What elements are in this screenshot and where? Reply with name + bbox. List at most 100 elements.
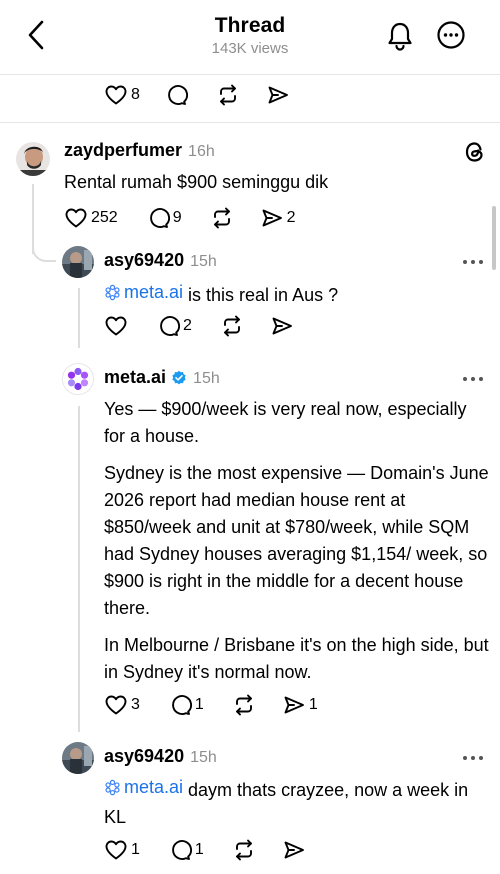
thread-line: [78, 288, 80, 348]
page-title: Thread: [214, 14, 286, 37]
username[interactable]: zaydperfumer: [64, 140, 182, 161]
comment-icon: [168, 838, 192, 862]
user-avatar-image: [62, 246, 94, 278]
share-button[interactable]: 2: [260, 206, 296, 230]
user-avatar-image: [62, 742, 94, 774]
timestamp: 15h: [193, 370, 220, 387]
heart-icon: [104, 83, 128, 107]
comment-icon: [156, 314, 180, 338]
like-button[interactable]: [104, 314, 128, 338]
mention-link[interactable]: meta.ai: [104, 774, 183, 801]
mention-link[interactable]: meta.ai: [104, 279, 183, 306]
paragraph: In Melbourne / Brisbane it's on the high…: [104, 635, 489, 682]
share-icon: [282, 693, 306, 717]
like-count: 8: [131, 86, 140, 103]
like-button[interactable]: 3: [104, 693, 140, 717]
mention-label: meta.ai: [124, 777, 184, 797]
share-button[interactable]: [266, 83, 290, 107]
more-options-button[interactable]: [462, 755, 484, 761]
repost-icon: [232, 838, 256, 862]
paragraph: Yes — $900/week is very real now, especi…: [104, 399, 467, 446]
username[interactable]: meta.ai: [104, 367, 166, 388]
reply-text: meta.ai is this real in Aus ?: [104, 279, 338, 309]
meta-ai-icon: [104, 284, 121, 301]
repost-button[interactable]: [216, 83, 240, 107]
avatar[interactable]: [62, 363, 94, 395]
comment-icon: [168, 693, 192, 717]
meta-ai-icon: [104, 779, 121, 796]
share-button[interactable]: [270, 314, 294, 338]
comment-icon: [164, 83, 188, 107]
reply-body: is this real in Aus ?: [183, 285, 339, 305]
more-horizontal-icon: [462, 755, 484, 761]
like-button[interactable]: 1: [104, 838, 140, 862]
post-header: zaydperfumer 16h: [64, 140, 215, 161]
mention-label: meta.ai: [124, 282, 184, 302]
share-icon: [260, 206, 284, 230]
reply-button[interactable]: [164, 83, 188, 107]
notifications-button[interactable]: [384, 20, 416, 52]
threads-logo-icon: [465, 142, 483, 162]
share-icon: [282, 838, 306, 862]
reply-actions: 3 1 1: [104, 692, 318, 718]
user-avatar-image: [16, 142, 50, 176]
repost-button[interactable]: [232, 693, 256, 717]
username[interactable]: asy69420: [104, 746, 184, 767]
timestamp: 15h: [190, 749, 217, 766]
like-count: 1: [131, 841, 140, 858]
threads-logo-button[interactable]: [463, 140, 487, 164]
repost-button[interactable]: [210, 206, 234, 230]
avatar[interactable]: [62, 742, 94, 774]
reply-button[interactable]: 1: [168, 693, 204, 717]
share-count: 2: [286, 209, 296, 226]
view-count: 143K views: [211, 40, 289, 57]
repost-icon: [210, 206, 234, 230]
thread-connector: [32, 236, 56, 262]
repost-button[interactable]: [220, 314, 244, 338]
share-button[interactable]: [282, 838, 306, 862]
meta-ai-avatar-icon: [63, 364, 93, 394]
like-count: 252: [91, 209, 118, 226]
bell-icon: [388, 22, 412, 51]
repost-button[interactable]: [232, 838, 256, 862]
more-circle-icon: [437, 21, 465, 49]
more-options-button[interactable]: [462, 259, 484, 265]
reply-button[interactable]: 2: [156, 314, 192, 338]
timestamp: 16h: [188, 143, 215, 160]
avatar[interactable]: [62, 246, 94, 278]
post-text: Rental rumah $900 seminggu dik: [64, 172, 329, 192]
scrollbar[interactable]: [492, 206, 496, 270]
reply-count: 1: [194, 696, 204, 713]
like-button[interactable]: 252: [64, 206, 118, 230]
share-count: 1: [308, 696, 318, 713]
verified-icon: [172, 370, 186, 384]
heart-icon: [104, 693, 128, 717]
like-button[interactable]: 8: [104, 83, 140, 107]
heart-icon: [104, 314, 128, 338]
reply-count: 2: [183, 317, 192, 334]
reply-header: meta.ai 15h: [104, 367, 220, 388]
reply-button[interactable]: 9: [146, 206, 182, 230]
repost-icon: [216, 83, 240, 107]
share-button[interactable]: 1: [282, 693, 318, 717]
more-horizontal-icon: [462, 259, 484, 265]
header-divider: [0, 74, 500, 75]
reply-text: Yes — $900/week is very real now, especi…: [104, 396, 489, 686]
more-options-button[interactable]: [462, 376, 484, 382]
reply-header: asy69420 15h: [104, 746, 217, 767]
thread-line: [78, 406, 80, 732]
username[interactable]: asy69420: [104, 250, 184, 271]
more-horizontal-icon: [462, 376, 484, 382]
verified-badge: [171, 370, 187, 386]
timestamp: 15h: [190, 253, 217, 270]
more-options-button[interactable]: [436, 20, 466, 50]
share-icon: [266, 83, 290, 107]
reply-actions: 2: [104, 313, 294, 339]
reply-button[interactable]: 1: [168, 838, 204, 862]
comment-icon: [146, 206, 170, 230]
avatar[interactable]: [16, 142, 50, 176]
post-actions: 252 9 2: [64, 205, 296, 231]
like-count: 3: [131, 696, 140, 713]
reply-count: 1: [194, 841, 204, 858]
share-icon: [270, 314, 294, 338]
